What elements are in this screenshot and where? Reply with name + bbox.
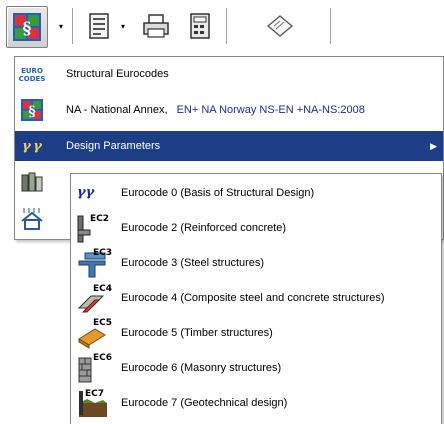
toolbar-separator <box>72 8 73 44</box>
svg-text:CODES: CODES <box>19 75 45 83</box>
svg-text:§: § <box>28 104 35 120</box>
submenu-item-label: Eurocode 6 (Masonry structures) <box>121 362 282 374</box>
menu-item-label: Structural Eurocodes <box>66 68 169 80</box>
ec4-composite-icon: EC4 <box>75 282 112 314</box>
submenu-item-eurocode-4[interactable]: EC4 Eurocode 4 (Composite steel and conc… <box>71 281 441 315</box>
submenu-item-label: Eurocode 4 (Composite steel and concrete… <box>121 292 385 304</box>
submenu-item-label: Eurocode 7 (Geotechnical design) <box>121 397 288 409</box>
toolbar-separator <box>226 8 227 44</box>
dropdown-arrow-icon[interactable]: ▾ <box>59 22 63 31</box>
calculator-icon <box>190 13 210 39</box>
gamma-icon: γ γ <box>22 138 42 154</box>
menu-item-label: Design Parameters <box>66 140 161 152</box>
document-button[interactable] <box>84 6 114 46</box>
menu-item-label: NA - National Annex, EN+ NA Norway NS-EN… <box>66 104 365 116</box>
ec3-steel-icon: EC3 <box>75 247 112 279</box>
national-annex-button[interactable]: § <box>6 6 48 48</box>
ec5-timber-icon: EC5 <box>75 317 112 349</box>
toolbar: § ▾ ▾ <box>0 0 444 52</box>
printer-icon <box>143 14 169 38</box>
submenu-item-label: Eurocode 3 (Steel structures) <box>121 257 265 269</box>
submenu-item-eurocode-5[interactable]: EC5 Eurocode 5 (Timber structures) <box>71 316 441 350</box>
national-annex-label: NA - National Annex, <box>66 104 168 116</box>
svg-text:§: § <box>23 19 32 39</box>
document-dropdown-arrow-icon[interactable]: ▾ <box>121 22 125 31</box>
book-icon <box>266 15 294 37</box>
ec2-concrete-icon: EC2 <box>75 212 111 244</box>
design-parameters-submenu: γγ Eurocode 0 (Basis of Structural Desig… <box>70 173 442 424</box>
menu-item-structural-eurocodes[interactable]: EURO CODES Structural Eurocodes <box>15 59 443 89</box>
house-load-icon <box>19 205 45 231</box>
calculator-button[interactable] <box>185 6 215 46</box>
submenu-item-eurocode-0[interactable]: γγ Eurocode 0 (Basis of Structural Desig… <box>71 176 441 210</box>
ec7-geotechnical-icon: EC7 <box>75 387 111 419</box>
ec6-masonry-icon: EC6 <box>75 352 112 384</box>
submenu-item-label: Eurocode 2 (Reinforced concrete) <box>121 222 287 234</box>
print-button[interactable] <box>139 6 173 46</box>
eurocodes-icon: EURO CODES <box>19 61 45 87</box>
gamma-icon: γγ <box>77 185 95 200</box>
submenu-item-label: Eurocode 5 (Timber structures) <box>121 327 273 339</box>
national-annex-value: EN+ NA Norway NS-EN +NA-NS:2008 <box>176 104 365 116</box>
menu-item-design-parameters[interactable]: γ γ Design Parameters ▶ <box>15 131 443 161</box>
submenu-item-eurocode-2[interactable]: EC2 Eurocode 2 (Reinforced concrete) <box>71 211 441 245</box>
ns-flag-icon: § <box>19 97 45 123</box>
menu-item-national-annex[interactable]: § NA - National Annex, EN+ NA Norway NS-… <box>15 95 443 125</box>
submenu-arrow-icon: ▶ <box>430 140 437 151</box>
beam-icon <box>19 169 45 195</box>
submenu-item-label: Eurocode 0 (Basis of Structural Design) <box>121 187 315 199</box>
toolbar-separator <box>330 8 331 44</box>
submenu-item-eurocode-7[interactable]: EC7 Eurocode 7 (Geotechnical design) <box>71 386 441 420</box>
document-icon <box>89 13 109 39</box>
book-button[interactable] <box>262 6 298 46</box>
ns-flag-icon: § <box>13 13 41 41</box>
svg-text:EURO: EURO <box>21 67 43 75</box>
submenu-item-eurocode-3[interactable]: EC3 Eurocode 3 (Steel structures) <box>71 246 441 280</box>
submenu-item-eurocode-6[interactable]: EC6 Eurocode 6 (Masonry structures) <box>71 351 441 385</box>
